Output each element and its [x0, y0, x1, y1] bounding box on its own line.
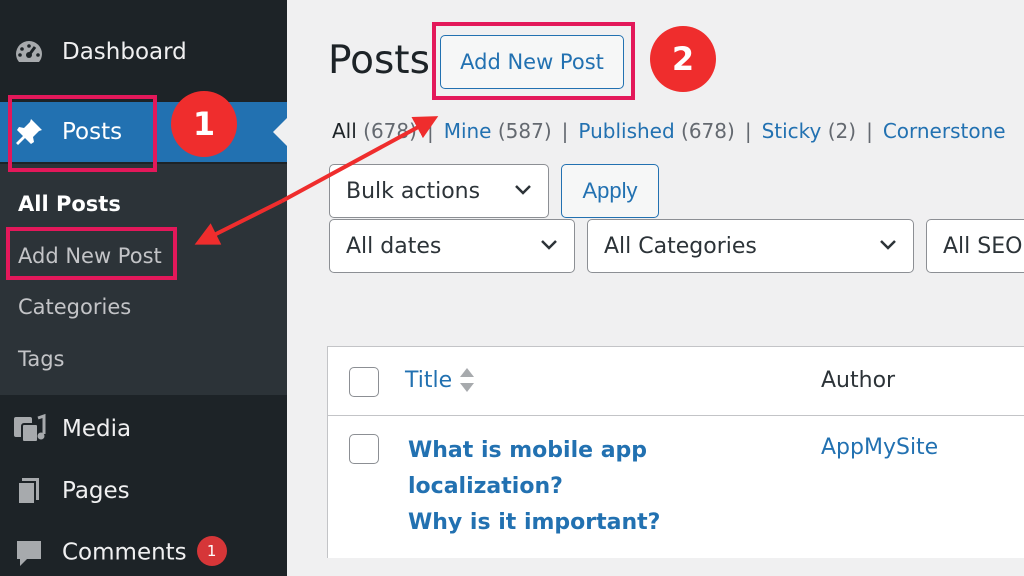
annotation-arrows: [194, 116, 439, 245]
arrow-to-button: [281, 116, 439, 203]
arrow-to-submenu: [194, 199, 283, 245]
